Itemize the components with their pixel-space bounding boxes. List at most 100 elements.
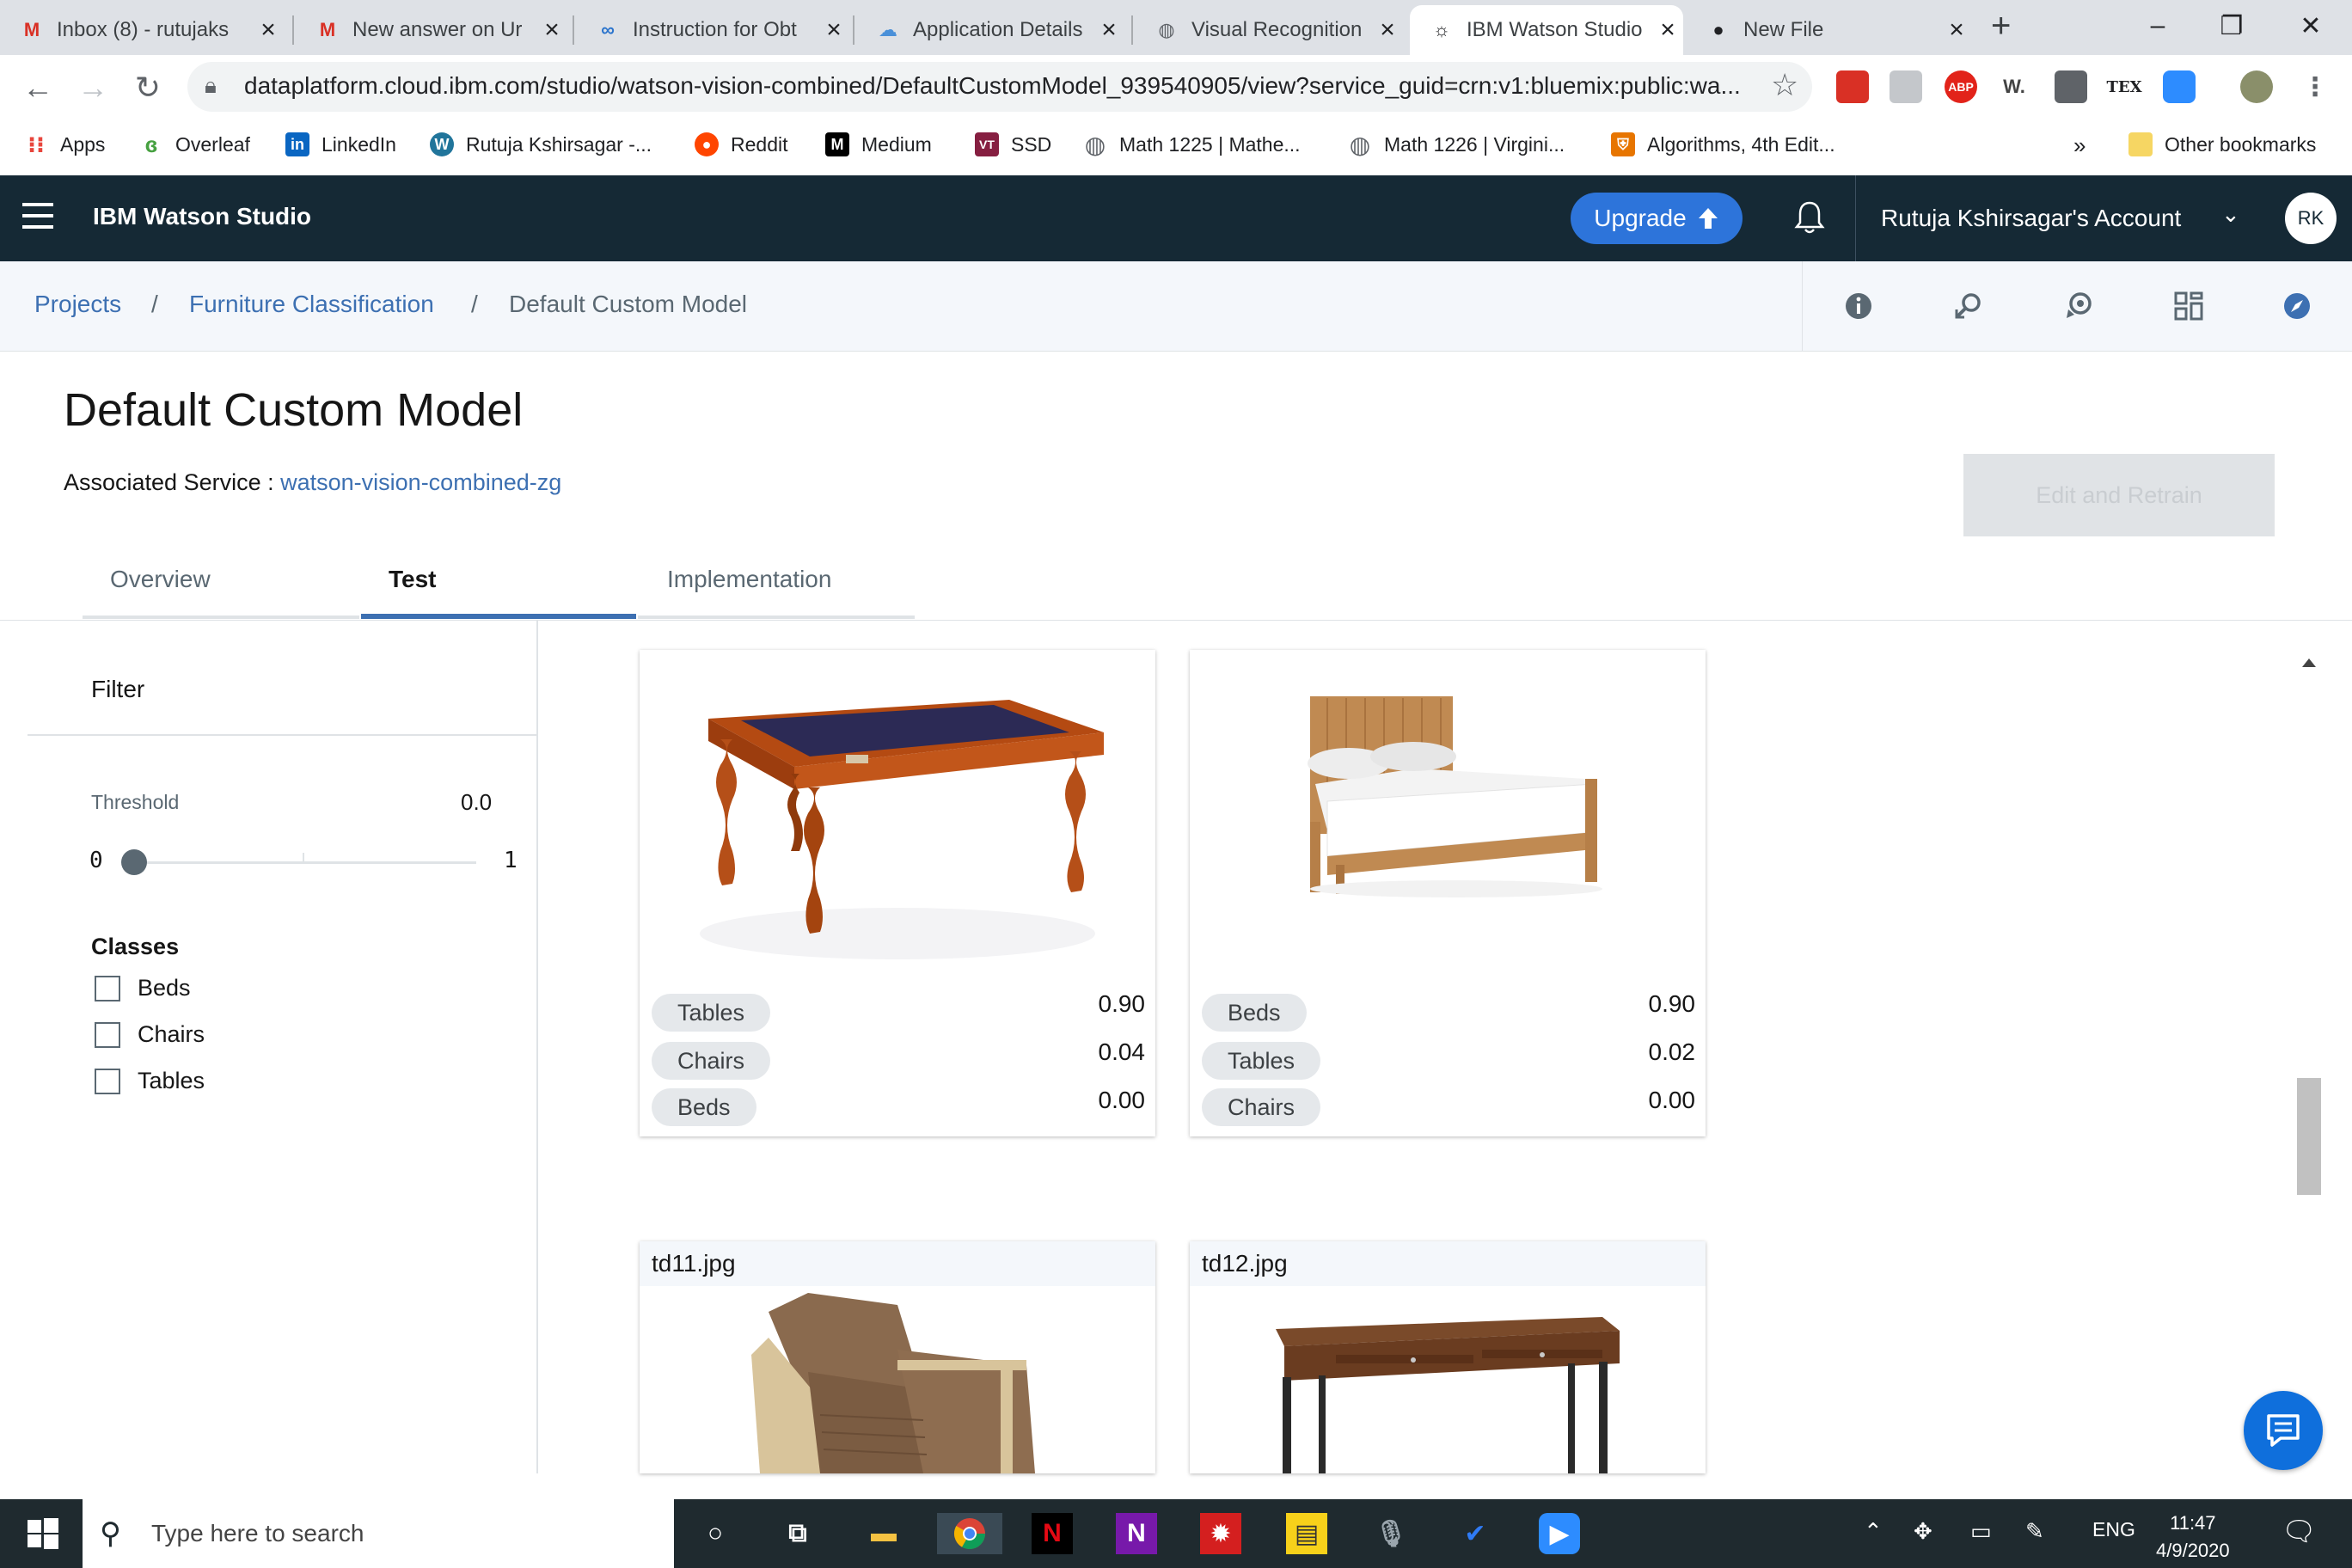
close-tab-icon[interactable]: × <box>1941 15 1972 45</box>
back-button[interactable]: ← <box>17 67 58 108</box>
onenote-icon[interactable]: N <box>1116 1513 1157 1554</box>
browser-tab[interactable]: ∞ Instruction for Obt × <box>576 5 849 55</box>
tex-icon[interactable]: TEX <box>2106 70 2141 103</box>
extension-w-icon[interactable]: W. <box>1998 70 2030 103</box>
dashboard-grid-icon[interactable] <box>2170 287 2208 325</box>
breadcrumb-project[interactable]: Furniture Classification <box>189 291 434 318</box>
browser-tab[interactable]: ● New File × <box>1687 5 1972 55</box>
threshold-slider-handle[interactable] <box>121 849 147 875</box>
scrollbar-thumb[interactable] <box>2297 1078 2321 1195</box>
tab-overview[interactable]: Overview <box>83 533 359 619</box>
wolfram-icon[interactable]: ✹ <box>1200 1513 1241 1554</box>
adblock-icon[interactable]: ABP <box>1945 70 1977 103</box>
restore-button[interactable]: ❐ <box>2192 0 2271 52</box>
class-filter-beds[interactable]: Beds <box>95 975 191 1001</box>
bookmarks-overflow-button[interactable]: » <box>2073 132 2086 159</box>
result-card[interactable]: Beds 0.90 Tables 0.02 Chairs 0.00 <box>1190 650 1706 1136</box>
zoom-extension-icon[interactable] <box>2163 70 2196 103</box>
netflix-icon[interactable]: N <box>1032 1513 1073 1554</box>
edit-and-retrain-button[interactable]: Edit and Retrain <box>1963 454 2275 536</box>
browser-tab-active[interactable]: ☼ IBM Watson Studio × <box>1410 5 1683 55</box>
tab-test[interactable]: Test <box>361 533 636 619</box>
bookmark-apps[interactable]: ⁝⁝ Apps <box>24 132 105 157</box>
bookmark-ssd[interactable]: VT SSD <box>975 132 1051 156</box>
close-window-button[interactable]: ✕ <box>2271 0 2350 52</box>
close-tab-icon[interactable]: × <box>818 15 849 45</box>
bookmark-overleaf[interactable]: ɞ Overleaf <box>139 132 250 157</box>
brand-title[interactable]: IBM Watson Studio <box>93 203 311 230</box>
chrome-icon[interactable] <box>937 1513 1002 1554</box>
close-tab-icon[interactable]: × <box>1652 15 1683 45</box>
battery-icon[interactable]: ▭ <box>1970 1518 1992 1545</box>
close-tab-icon[interactable]: × <box>536 15 567 45</box>
associated-service-link[interactable]: watson-vision-combined-zg <box>280 469 561 495</box>
result-card[interactable]: td12.jpg <box>1190 1241 1706 1473</box>
threshold-slider-track[interactable] <box>134 861 476 864</box>
profile-avatar-icon[interactable] <box>2240 70 2273 103</box>
url-text[interactable]: dataplatform.cloud.ibm.com/studio/watson… <box>244 72 1757 100</box>
search-assets-icon[interactable] <box>1950 287 1988 325</box>
bookmark-algorithms[interactable]: ⛨ Algorithms, 4th Edit... <box>1611 132 1835 156</box>
breadcrumb-projects[interactable]: Projects <box>34 291 121 318</box>
bookmark-math-1226[interactable]: ◍ Math 1226 | Virgini... <box>1348 132 1565 158</box>
zoom-icon[interactable]: ▶ <box>1539 1513 1580 1554</box>
extension-mail-icon[interactable] <box>2055 70 2087 103</box>
chat-button[interactable] <box>2244 1391 2323 1470</box>
tray-chevron-up-icon[interactable]: ⌃ <box>1864 1518 1883 1545</box>
class-filter-tables[interactable]: Tables <box>95 1068 205 1094</box>
browser-tab[interactable]: M Inbox (8) - rutujaks × <box>0 5 284 55</box>
language-indicator[interactable]: ENG <box>2092 1518 2135 1541</box>
extension-cast-icon[interactable] <box>1890 70 1922 103</box>
bookmark-star-icon[interactable]: ☆ <box>1771 67 1798 103</box>
bookmark-math-1225[interactable]: ◍ Math 1225 | Mathe... <box>1083 132 1301 158</box>
checkbox[interactable] <box>95 1021 120 1048</box>
tab-label: Test <box>389 566 437 592</box>
avatar[interactable]: RK <box>2285 193 2337 244</box>
scroll-up-arrow-icon[interactable] <box>2302 658 2316 667</box>
reload-button[interactable]: ↻ <box>127 67 168 108</box>
notification-center-icon[interactable]: 🗨︎ <box>2282 1515 2317 1547</box>
browser-tab[interactable]: ◍ Visual Recognition × <box>1135 5 1403 55</box>
browser-tab[interactable]: ☁ Application Details × <box>856 5 1124 55</box>
clock[interactable]: 11:47 4/9/2020 <box>2156 1510 2230 1565</box>
minimize-button[interactable]: – <box>2118 0 2197 52</box>
cortana-icon[interactable]: ○ <box>695 1513 736 1554</box>
class-filter-chairs[interactable]: Chairs <box>95 1021 205 1048</box>
close-tab-icon[interactable]: × <box>253 15 284 45</box>
taskbar-search[interactable]: ⚲ Type here to search <box>83 1499 674 1568</box>
file-explorer-icon[interactable]: ▬ <box>863 1513 904 1554</box>
omnibox[interactable]: 🔒︎ dataplatform.cloud.ibm.com/studio/wat… <box>187 62 1812 112</box>
upgrade-button[interactable]: Upgrade <box>1571 193 1743 244</box>
result-card[interactable]: td11.jpg <box>640 1241 1155 1473</box>
forward-button[interactable]: → <box>72 67 113 108</box>
hamburger-menu-icon[interactable] <box>22 203 53 234</box>
bookmark-linkedin[interactable]: in LinkedIn <box>285 132 396 156</box>
new-tab-button[interactable]: + <box>1991 7 2011 46</box>
other-bookmarks[interactable]: Other bookmarks <box>2128 132 2316 156</box>
checkbox[interactable] <box>95 1068 120 1094</box>
info-icon[interactable] <box>1840 287 1877 325</box>
close-tab-icon[interactable]: × <box>1093 15 1124 45</box>
chevron-down-icon[interactable]: ⌄ <box>2221 201 2240 228</box>
result-card[interactable]: Tables 0.90 Chairs 0.04 Beds 0.00 <box>640 650 1155 1136</box>
bookmark-reddit[interactable]: ● Reddit <box>695 132 787 156</box>
extension-red-icon[interactable] <box>1836 70 1869 103</box>
comments-icon[interactable] <box>2060 287 2098 325</box>
bookmark-medium[interactable]: M Medium <box>825 132 932 156</box>
voice-recorder-icon[interactable]: 🎙︎ <box>1370 1513 1412 1554</box>
browser-tab[interactable]: M New answer on Ur × <box>296 5 567 55</box>
pen-icon[interactable]: ✎ <box>2025 1518 2044 1545</box>
tab-implementation[interactable]: Implementation <box>638 533 915 619</box>
notifications-bell-icon[interactable] <box>1793 199 1826 243</box>
compass-icon[interactable] <box>2278 287 2316 325</box>
dropbox-icon[interactable]: ✥ <box>1914 1518 1932 1545</box>
bookmark-wordpress[interactable]: W Rutuja Kshirsagar -... <box>430 132 652 156</box>
task-view-icon[interactable]: ⧉ <box>777 1513 818 1554</box>
todo-icon[interactable]: ✔ <box>1455 1513 1496 1554</box>
sticky-notes-icon[interactable]: ▤ <box>1286 1513 1327 1554</box>
windows-start-icon[interactable] <box>26 1516 60 1551</box>
checkbox[interactable] <box>95 975 120 1001</box>
browser-menu-icon[interactable]: ⋮ <box>2299 70 2331 103</box>
close-tab-icon[interactable]: × <box>1372 15 1403 45</box>
account-switcher[interactable]: Rutuja Kshirsagar's Account <box>1881 205 2181 232</box>
